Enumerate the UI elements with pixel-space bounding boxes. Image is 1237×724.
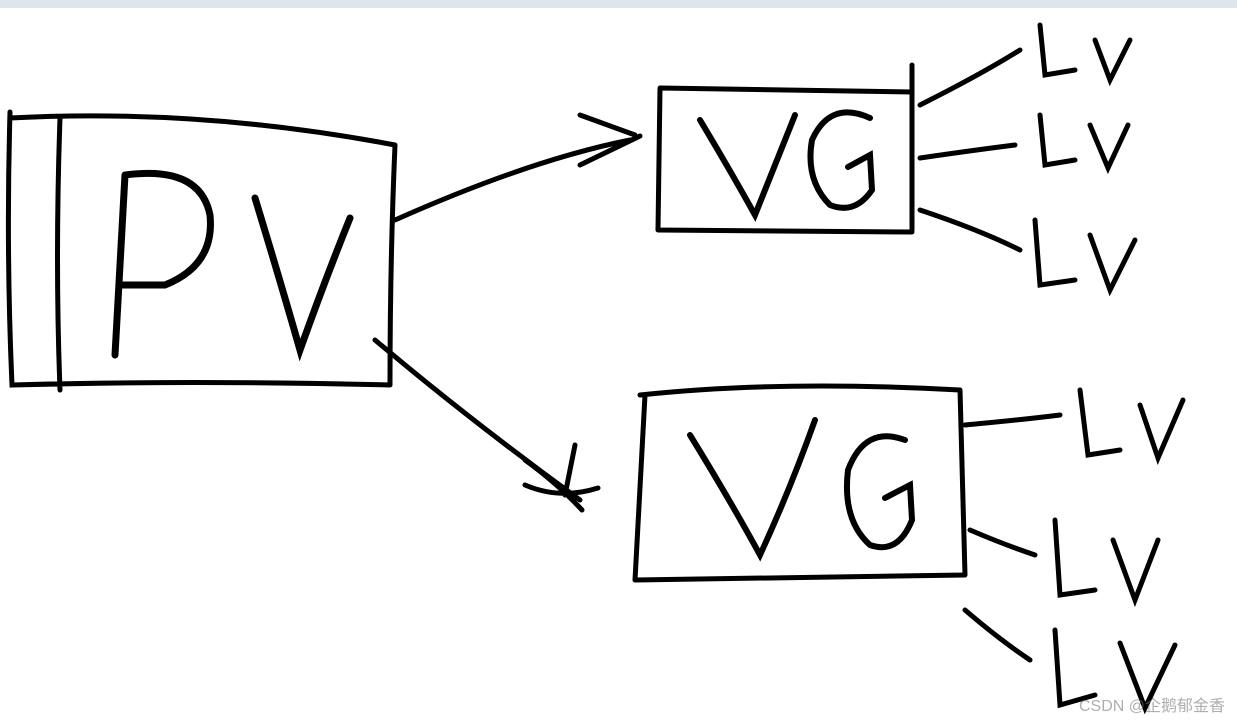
node-lv2b [1055,520,1158,600]
watermark: CSDN @企鹅郁金香 [1079,692,1225,716]
connector-vg2-lv2c [965,610,1030,660]
node-lv1a [1040,25,1130,80]
node-lv1c [1035,220,1135,290]
arrow-pv-vg1 [395,115,640,220]
arrow-pv-vg2 [375,340,598,510]
connector-vg1-lv1b [920,145,1015,158]
connector-vg2-lv2b [970,530,1035,555]
connector-vg1-lv1c [920,210,1020,250]
node-vg1 [658,65,912,232]
node-pv [8,112,395,390]
node-vg2 [635,386,965,580]
node-lv2a [1080,390,1183,458]
diagram-canvas [0,0,1237,724]
connector-vg2-lv2a [965,415,1060,425]
node-lv1b [1040,115,1128,168]
connector-vg1-lv1a [920,50,1020,105]
